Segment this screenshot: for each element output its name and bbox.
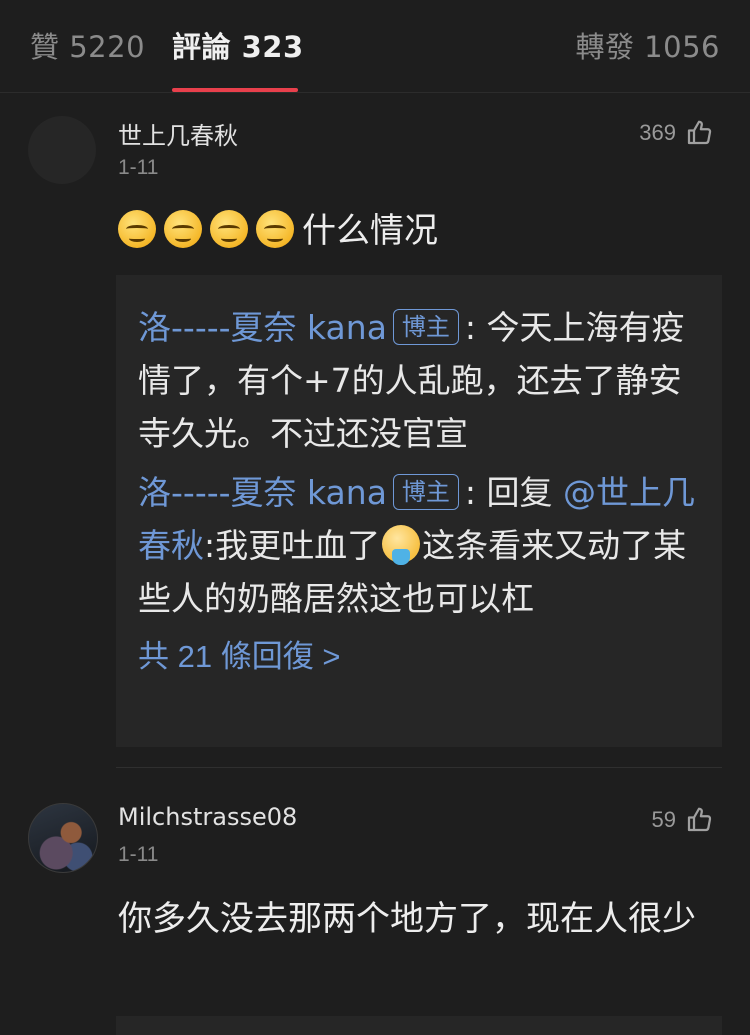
comment-text: 什么情况 [118,205,718,257]
thumbs-up-icon [687,807,712,832]
more-replies-link[interactable]: 共 21 條回復 > [138,631,700,676]
squinting-face-emoji [256,210,294,248]
comment-divider [116,767,722,768]
avatar[interactable] [28,803,98,873]
vomiting-face-emoji [382,525,421,565]
like-count: 59 [651,807,676,832]
tab-reposts[interactable]: 轉發 1056 [575,24,720,66]
reply-item: 洛-----夏奈 kana 博主: 今天上海有疫情了，有个+7的人乱跑，还去了静安… [138,308,685,453]
tab-likes[interactable]: 贊 5220 [30,24,145,66]
comment-date: 1-11 [118,843,159,866]
like-count: 369 [639,120,676,145]
comment-tabs: 贊 5220 評論 323 轉發 1056 [0,0,750,93]
comment-text: 你多久没去那两个地方了，现在人很少 [118,899,696,939]
comment-username[interactable]: 世上几春秋 [118,116,238,151]
squinting-face-emoji [118,210,156,248]
tab-comments[interactable]: 評論 323 [172,24,304,66]
active-tab-indicator [172,88,298,92]
author-badge: 博主 [392,309,459,345]
thumbs-up-icon [687,120,712,145]
reply-item: 洛-----夏奈 kana 博主: 回复 @世上几春秋:我更吐血了 这条看来又动了某… [138,473,696,618]
like-button[interactable]: 369 [639,118,714,148]
reply-username[interactable]: 洛-----夏奈 kana [138,308,387,347]
comment-date: 1-11 [118,156,159,179]
reply-username[interactable]: 洛-----夏奈 kana [138,473,387,512]
like-button[interactable]: 59 [652,805,714,835]
comment-username[interactable]: Milchstrasse08 [118,803,297,831]
squinting-face-emoji [164,210,202,248]
reply-thread [116,1016,722,1035]
avatar[interactable] [28,116,96,184]
reply-thread[interactable]: 洛-----夏奈 kana 博主: 今天上海有疫情了，有个+7的人乱跑，还去了静安… [116,275,722,747]
squinting-face-emoji [210,210,248,248]
author-badge: 博主 [392,474,459,510]
